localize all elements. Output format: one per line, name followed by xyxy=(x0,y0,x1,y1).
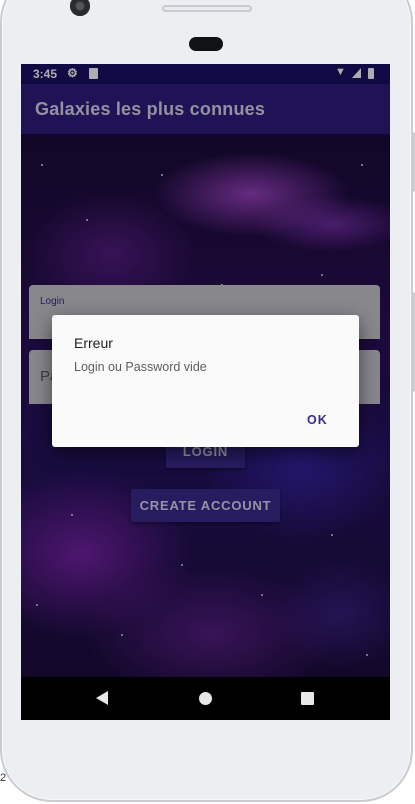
navigation-bar xyxy=(21,677,390,720)
back-icon[interactable] xyxy=(96,691,108,705)
home-icon[interactable] xyxy=(199,692,212,705)
earpiece xyxy=(189,37,223,51)
dialog-message: Login ou Password vide xyxy=(74,360,207,374)
dialog-title: Erreur xyxy=(74,335,113,351)
power-button xyxy=(411,292,415,392)
recents-icon[interactable] xyxy=(301,692,314,705)
edge-mark: 2 xyxy=(0,772,7,784)
volume-button xyxy=(411,132,415,192)
error-dialog: Erreur Login ou Password vide OK xyxy=(52,315,359,447)
dialog-ok-button[interactable]: OK xyxy=(307,413,328,427)
top-speaker xyxy=(162,5,252,12)
device-screen: 3:45 ⚙ ▼ Galaxies les plus connues Login xyxy=(21,64,390,720)
